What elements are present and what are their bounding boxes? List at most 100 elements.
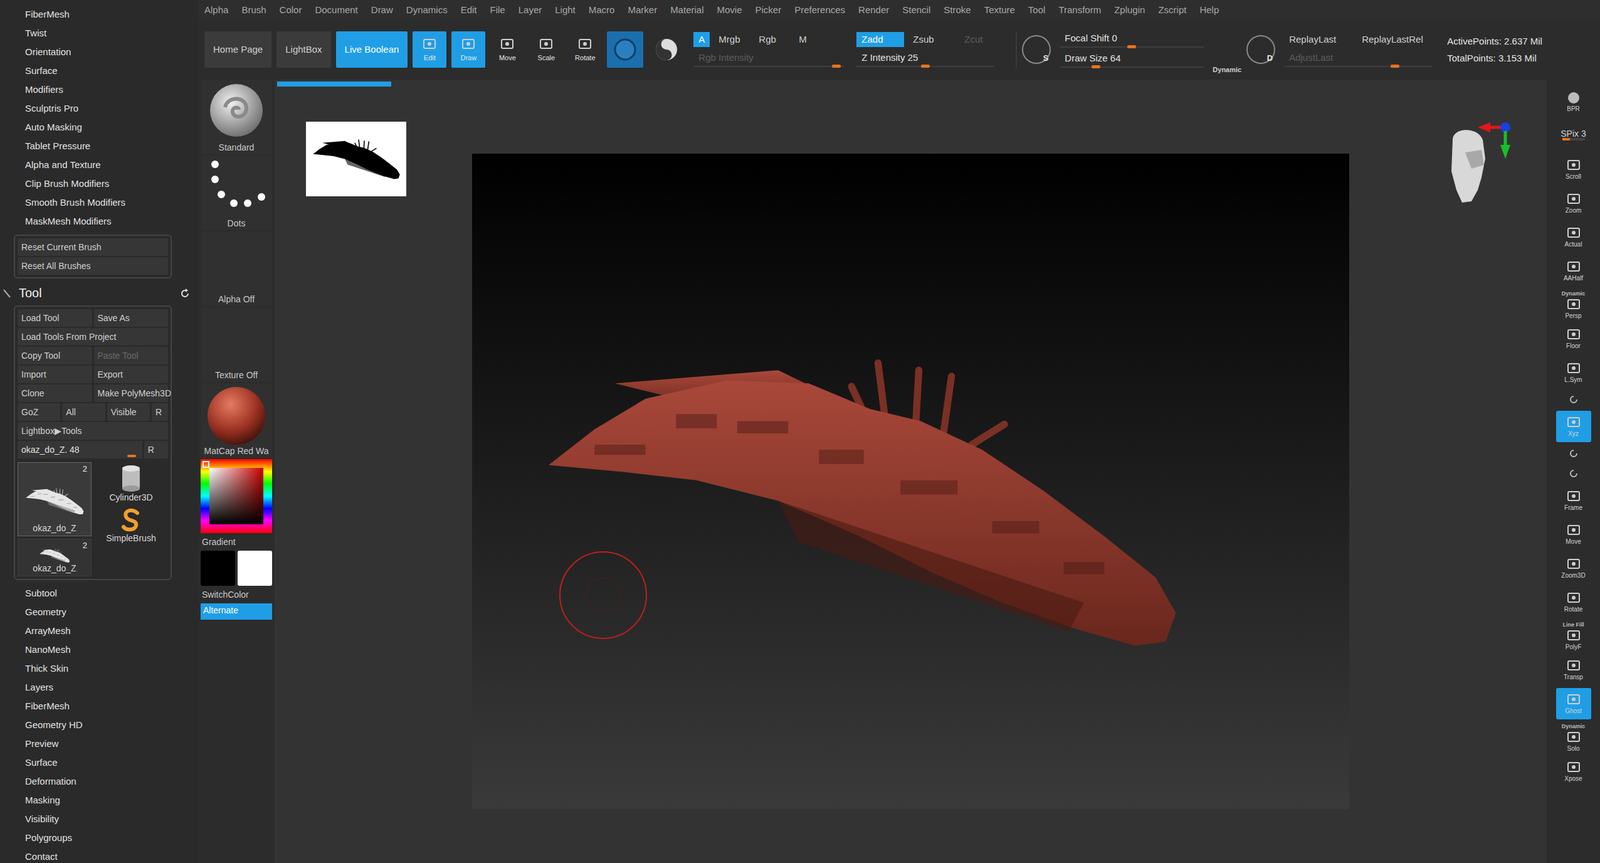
menu-item[interactable]: Edit [460, 4, 478, 16]
spix-slider[interactable] [1562, 137, 1585, 141]
alternate-button[interactable]: Alternate [200, 603, 273, 620]
shelf-button[interactable]: Actual [1556, 221, 1592, 253]
shelf-button[interactable]: L.Sym [1556, 356, 1592, 389]
menu-item[interactable]: Texture [984, 4, 1016, 16]
menu-item[interactable]: Brush [241, 4, 266, 16]
shelf-button[interactable]: Rotate [1556, 586, 1592, 618]
color-mode[interactable]: Mrgb [713, 31, 750, 48]
mode-button[interactable]: Rotate [568, 31, 602, 68]
adjust-last-slider[interactable]: AdjustLast [1284, 50, 1432, 68]
shelf-button[interactable]: Ghost [1556, 687, 1592, 720]
z-mode[interactable]: Zcut [959, 31, 1007, 48]
menu-item[interactable]: Tool [1028, 4, 1046, 16]
document[interactable] [472, 153, 1350, 809]
shelf-button[interactable]: Xpose [1556, 755, 1592, 787]
menu-item[interactable]: Alpha [204, 4, 229, 16]
tool-subpalette[interactable]: Visibility [0, 809, 194, 829]
tool-subpalette[interactable]: Polygroups [0, 828, 194, 848]
shelf-button[interactable]: Transp [1556, 653, 1592, 686]
reset-button[interactable]: Reset Current Brush [17, 238, 169, 256]
mode-button[interactable]: Scale [529, 31, 564, 68]
menu-item[interactable]: Help [1199, 4, 1219, 16]
thumb-slot[interactable]: Standard [200, 79, 273, 155]
menu-item[interactable]: File [490, 4, 506, 16]
brush-subpalette[interactable]: MaskMesh Modifiers [0, 211, 194, 231]
slider-reset-button[interactable]: R [144, 440, 169, 459]
tool-subpalette[interactable]: ArrayMesh [0, 621, 194, 641]
canvas[interactable] [274, 79, 1547, 863]
focal-shift-button[interactable]: S [1021, 35, 1051, 64]
thumb-slot[interactable]: Alpha Off [200, 231, 273, 306]
tool-button[interactable]: Copy Tool [17, 346, 93, 365]
z-mode[interactable]: Zadd [856, 31, 905, 48]
menu-item[interactable]: Transform [1058, 4, 1101, 16]
thumb-slot[interactable]: Dots [200, 155, 273, 231]
tool-subpalette[interactable]: Masking [0, 790, 194, 810]
replay-button[interactable]: ReplayLast [1284, 31, 1353, 48]
tool-button[interactable]: Paste Tool [94, 346, 169, 365]
mode-button[interactable]: Edit [412, 31, 447, 68]
color-mode[interactable]: A [693, 31, 710, 48]
switch-color-button[interactable]: SwitchColor [200, 586, 273, 602]
thumb-slot[interactable]: MatCap Red Wa [200, 383, 273, 458]
brush-subpalette[interactable]: FiberMesh [0, 5, 194, 24]
tool-subpalette[interactable]: Surface [0, 752, 194, 772]
tool-subpalette[interactable]: NanoMesh [0, 640, 194, 659]
draw-size-slider[interactable]: Draw Size 64 [1059, 51, 1204, 68]
reset-button[interactable]: Reset All Brushes [17, 257, 169, 275]
tool-button[interactable]: Visible [107, 403, 150, 421]
brush-subpalette[interactable]: Sculptris Pro [0, 99, 194, 118]
menu-item[interactable]: Preferences [794, 4, 846, 16]
brush-preview-button[interactable] [606, 31, 644, 68]
shelf-button[interactable]: AAHalf [1556, 255, 1592, 287]
menu-item[interactable]: Zscript [1157, 4, 1187, 16]
tool-subpalette[interactable]: Subtool [0, 583, 194, 603]
shelf-button[interactable]: Xyz [1556, 410, 1592, 443]
menu-item[interactable]: Material [670, 4, 704, 16]
dynamic-toggle[interactable]: Dynamic [1212, 65, 1242, 80]
brush-subpalette[interactable]: Alpha and Texture [0, 155, 194, 175]
focal-shift-slider[interactable]: Focal Shift 0 [1059, 31, 1204, 48]
gradient-label[interactable]: Gradient [200, 534, 273, 550]
menu-item[interactable]: Movie [716, 4, 742, 16]
tool-thumbnail[interactable]: 2okaz_do_Z [17, 462, 92, 537]
menu-item[interactable]: Document [314, 4, 358, 16]
menu-item[interactable]: Stroke [943, 4, 971, 16]
color-mode[interactable]: Rgb [753, 31, 790, 48]
nav-button[interactable]: LightBox [276, 31, 331, 68]
tool-subpalette[interactable]: Contact [0, 847, 194, 863]
secondary-color-swatch[interactable] [237, 550, 273, 586]
shelf-button[interactable]: Scroll [1556, 153, 1592, 185]
shelf-icon-button[interactable] [1556, 464, 1592, 483]
shelf-button[interactable]: Line FillPolyF [1556, 620, 1592, 652]
tool-subpalette[interactable]: Deformation [0, 771, 194, 791]
brush-subpalette[interactable]: Surface [0, 61, 194, 81]
menu-item[interactable]: Dynamics [406, 4, 448, 16]
tool-header[interactable]: Tool [0, 282, 194, 302]
main-color-swatch[interactable] [200, 550, 236, 586]
material-preview-button[interactable] [648, 31, 685, 68]
tool-subpalette[interactable]: Layers [0, 677, 194, 697]
shelf-button[interactable]: Zoom3D [1556, 552, 1592, 584]
shelf-icon-button[interactable] [1556, 444, 1592, 463]
brush-subpalette[interactable]: Smooth Brush Modifiers [0, 193, 194, 212]
tool-subpalette[interactable]: Preview [0, 734, 194, 753]
shelf-button[interactable]: DynamicSolo [1556, 721, 1592, 753]
brush-subpalette[interactable]: Auto Masking [0, 117, 194, 137]
replay-button[interactable]: ReplayLastRel [1356, 31, 1429, 48]
menu-item[interactable]: Layer [518, 4, 543, 16]
shelf-button[interactable]: Frame [1556, 484, 1592, 516]
draw-size-button[interactable]: D [1246, 35, 1276, 64]
tool-button[interactable]: Make PolyMesh3D [94, 384, 169, 402]
tool-slider[interactable]: okaz_do_Z. 48 [17, 440, 143, 459]
menu-item[interactable]: Color [279, 4, 303, 16]
shelf-button[interactable]: Move [1556, 518, 1592, 550]
tool-thumbnail[interactable]: SimpleBrush [94, 505, 169, 544]
shelf-button[interactable]: SPix 3 [1556, 119, 1592, 152]
mode-button[interactable]: Move [490, 31, 525, 68]
tool-button[interactable]: GoZ [17, 403, 61, 421]
tool-button[interactable]: Export [94, 365, 169, 384]
tool-button[interactable]: R [151, 403, 169, 421]
nav-button[interactable]: Home Page [204, 31, 272, 68]
tool-button[interactable]: Lightbox▶Tools [17, 421, 169, 440]
